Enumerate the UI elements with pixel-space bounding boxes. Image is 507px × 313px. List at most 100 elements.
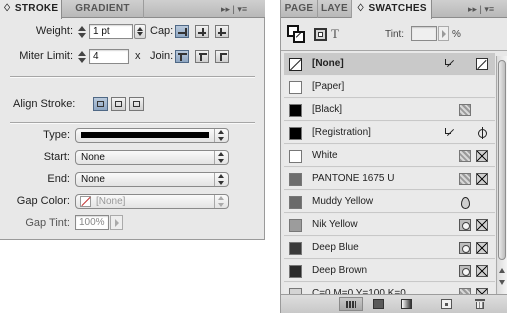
swatch-row[interactable]: [None] xyxy=(284,53,495,75)
weight-dropdown[interactable] xyxy=(134,24,146,39)
fill-stroke-icon[interactable] xyxy=(287,25,305,43)
end-label: End: xyxy=(47,173,70,185)
swatch-color-chip xyxy=(289,58,303,71)
tab-gradient[interactable]: GRADIENT xyxy=(62,0,144,18)
swatch-name: [Registration] xyxy=(312,127,371,138)
swatches-panel: PAGE LAYE ♢ SWATCHES ▸▸ | ▾≡ T Tint: % [… xyxy=(280,0,507,313)
tint-label: Tint: xyxy=(385,29,405,40)
process-color-icon xyxy=(476,219,488,231)
end-value: None xyxy=(81,174,105,185)
gap-tint-label: Gap Tint: xyxy=(25,217,70,229)
cap-label: Cap: xyxy=(150,25,174,37)
chevron-right-icon xyxy=(115,219,119,227)
solid-stroke-preview xyxy=(81,132,209,138)
gap-tint-input[interactable]: 100% xyxy=(75,215,109,230)
gap-tint-slider-button[interactable] xyxy=(110,215,123,230)
vertical-scrollbar[interactable] xyxy=(496,56,507,294)
formatting-text-icon[interactable]: T xyxy=(331,26,339,42)
miter-limit-stepper[interactable] xyxy=(77,50,87,64)
swatch-color-chip xyxy=(289,104,302,117)
panel-menu-button[interactable]: ▸▸ | ▾≡ xyxy=(221,0,263,18)
tab-swatches[interactable]: ♢ SWATCHES xyxy=(352,0,432,19)
type-label: Type: xyxy=(43,129,70,141)
scroll-up-icon[interactable] xyxy=(499,268,505,273)
end-select[interactable]: None xyxy=(75,172,229,187)
panel-menu-button[interactable]: ▸▸ | ▾≡ xyxy=(468,0,507,18)
formatting-container-icon[interactable] xyxy=(314,28,327,41)
start-select[interactable]: None xyxy=(75,150,229,165)
stroke-type-select[interactable] xyxy=(75,128,229,143)
stroke-panel: ♢ STROKE GRADIENT ▸▸ | ▾≡ Weight: 1 pt C… xyxy=(0,0,265,240)
tint-unit: % xyxy=(452,29,461,40)
tint-input[interactable] xyxy=(411,26,437,41)
cannot-edit-icon xyxy=(444,127,456,139)
show-color-swatches-icon[interactable] xyxy=(373,299,384,309)
cmyk-mode-icon xyxy=(459,104,471,116)
show-all-swatches-button[interactable] xyxy=(339,297,363,311)
join-label: Join: xyxy=(150,50,174,62)
swatch-row[interactable]: [Paper] xyxy=(284,76,495,98)
swatch-row[interactable]: [Registration] xyxy=(284,122,495,144)
swatch-color-chip xyxy=(289,219,302,232)
start-label: Start: xyxy=(43,151,70,163)
align-outside-icon[interactable] xyxy=(129,97,144,111)
butt-cap-icon[interactable] xyxy=(175,25,189,38)
chevron-down-icon xyxy=(214,195,228,208)
process-color-icon xyxy=(476,265,488,277)
miter-join-icon[interactable] xyxy=(175,50,189,63)
chevron-down-icon xyxy=(214,173,228,186)
swatch-name: White xyxy=(312,150,338,161)
align-center-icon[interactable] xyxy=(93,97,108,111)
swatch-name: Deep Brown xyxy=(312,265,368,276)
chevron-down-icon xyxy=(214,151,228,164)
round-join-icon[interactable] xyxy=(195,50,209,63)
round-cap-icon[interactable] xyxy=(195,25,209,38)
swatch-color-chip xyxy=(289,173,302,186)
bevel-join-icon[interactable] xyxy=(215,50,229,63)
swatch-name: [Black] xyxy=(312,104,343,115)
swatch-row[interactable]: Deep Blue xyxy=(284,237,495,259)
spot-color-icon xyxy=(459,242,471,254)
swatch-row[interactable]: [Black] xyxy=(284,99,495,121)
swatch-color-chip xyxy=(289,242,302,255)
align-inside-icon[interactable] xyxy=(111,97,126,111)
swatch-row[interactable]: White xyxy=(284,145,495,167)
weight-stepper[interactable] xyxy=(77,25,87,39)
gap-color-select[interactable]: [None] xyxy=(75,194,229,209)
start-value: None xyxy=(81,152,105,163)
swatch-row[interactable]: Muddy Yellow xyxy=(284,191,495,213)
show-gradient-swatches-icon[interactable] xyxy=(401,299,412,309)
swatch-name: [None] xyxy=(312,58,344,69)
process-color-icon xyxy=(476,150,488,162)
swatch-name: Muddy Yellow xyxy=(312,196,374,207)
swatches-tab-bar: PAGE LAYE ♢ SWATCHES ▸▸ | ▾≡ xyxy=(281,0,507,19)
divider xyxy=(10,123,255,124)
miter-limit-label: Miter Limit: xyxy=(19,50,73,62)
swatch-color-chip xyxy=(289,196,302,209)
miter-x-label: x xyxy=(135,50,141,62)
trash-icon[interactable] xyxy=(475,299,485,309)
spot-color-icon xyxy=(459,219,471,231)
align-stroke-label: Align Stroke: xyxy=(13,98,76,110)
scroll-down-icon[interactable] xyxy=(499,280,505,285)
swatch-row[interactable]: PANTONE 1675 U xyxy=(284,168,495,190)
tab-pages[interactable]: PAGE xyxy=(281,0,318,18)
swatch-color-chip xyxy=(289,265,302,278)
divider xyxy=(281,50,507,51)
weight-input[interactable]: 1 pt xyxy=(89,24,133,39)
miter-limit-input[interactable]: 4 xyxy=(89,49,129,64)
scrollbar-thumb[interactable] xyxy=(498,60,506,260)
swatch-row[interactable]: Nik Yellow xyxy=(284,214,495,236)
cmyk-mode-icon xyxy=(459,150,471,162)
stroke-tab-bar: ♢ STROKE GRADIENT ▸▸ | ▾≡ xyxy=(0,0,265,19)
tab-layers[interactable]: LAYE xyxy=(318,0,352,18)
swatch-name: PANTONE 1675 U xyxy=(312,173,395,184)
none-swatch-icon xyxy=(476,58,488,70)
tint-slider-button[interactable] xyxy=(438,26,449,41)
projecting-cap-icon[interactable] xyxy=(215,25,229,38)
mixed-ink-icon xyxy=(459,196,471,209)
swatch-row[interactable]: Deep Brown xyxy=(284,260,495,282)
new-swatch-icon[interactable] xyxy=(441,299,452,309)
tab-stroke[interactable]: ♢ STROKE xyxy=(0,0,62,19)
spot-color-icon xyxy=(459,265,471,277)
